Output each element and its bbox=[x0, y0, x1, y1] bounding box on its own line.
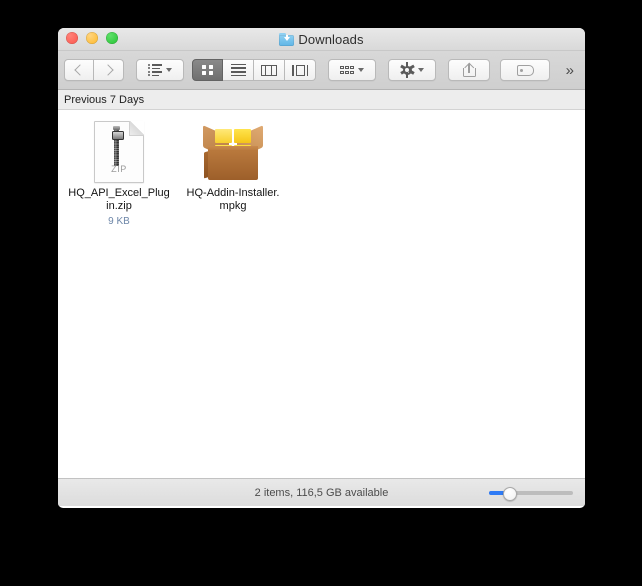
downloads-folder-icon bbox=[279, 32, 295, 46]
installer-package-icon bbox=[202, 123, 264, 181]
edit-tags-button[interactable] bbox=[500, 59, 550, 81]
window-title-area: Downloads bbox=[58, 28, 585, 50]
grid-icon bbox=[202, 64, 213, 76]
arrange-grid-icon bbox=[340, 66, 354, 74]
navigation-buttons bbox=[64, 59, 124, 81]
share-icon bbox=[462, 62, 476, 77]
coverflow-icon bbox=[291, 64, 309, 76]
back-button[interactable] bbox=[64, 59, 94, 81]
window-controls bbox=[66, 32, 118, 44]
tag-icon bbox=[516, 64, 534, 76]
chevron-left-icon bbox=[74, 64, 86, 76]
view-icon-button[interactable] bbox=[192, 59, 223, 81]
status-text: 2 items, 116,5 GB available bbox=[254, 486, 389, 499]
zip-archive-icon: ZIP bbox=[94, 121, 144, 183]
file-item-mpkg[interactable]: HQ-Addin-Installer.mpkg bbox=[176, 116, 290, 234]
view-coverflow-button[interactable] bbox=[285, 59, 316, 81]
toolbar-overflow-button[interactable]: » bbox=[566, 63, 574, 78]
window-titlebar[interactable]: Downloads bbox=[58, 28, 585, 51]
close-button[interactable] bbox=[66, 32, 78, 44]
arrange-by-button[interactable] bbox=[328, 59, 376, 81]
slider-knob[interactable] bbox=[503, 487, 517, 501]
list-icon bbox=[230, 63, 246, 77]
section-header-previous-7-days: Previous 7 Days bbox=[58, 90, 585, 110]
finder-toolbar: » bbox=[58, 51, 585, 90]
view-list-button[interactable] bbox=[223, 59, 254, 81]
view-column-button[interactable] bbox=[254, 59, 285, 81]
chevron-right-icon bbox=[101, 64, 114, 76]
icon-size-slider[interactable] bbox=[489, 487, 573, 501]
zip-icon-caption: ZIP bbox=[111, 164, 127, 174]
minimize-button[interactable] bbox=[86, 32, 98, 44]
maximize-button[interactable] bbox=[106, 32, 118, 44]
desktop-background: Downloads » Previous 7 Days ZIP HQ_API_E… bbox=[0, 0, 642, 586]
file-name-label: HQ_API_Excel_Plugin.zip bbox=[68, 187, 170, 212]
finder-window: Downloads » Previous 7 Days ZIP HQ_API_E… bbox=[58, 28, 585, 508]
file-size-label: 9 KB bbox=[108, 216, 130, 227]
file-name-label: HQ-Addin-Installer.mpkg bbox=[186, 187, 280, 212]
share-button[interactable] bbox=[448, 59, 490, 81]
file-grid[interactable]: ZIP HQ_API_Excel_Plugin.zip 9 KB HQ-Addi… bbox=[58, 110, 585, 478]
window-title: Downloads bbox=[298, 31, 364, 47]
file-icon-slot bbox=[201, 120, 265, 184]
forward-button[interactable] bbox=[94, 59, 124, 81]
chevron-down-icon bbox=[357, 68, 364, 72]
view-mode-segmented-control bbox=[192, 59, 316, 81]
bulleted-list-icon bbox=[148, 63, 162, 77]
file-item-zip[interactable]: ZIP HQ_API_Excel_Plugin.zip 9 KB bbox=[62, 116, 176, 234]
action-menu-button[interactable] bbox=[388, 59, 436, 81]
file-icon-slot: ZIP bbox=[87, 120, 151, 184]
columns-icon bbox=[261, 64, 277, 76]
gear-icon bbox=[399, 62, 415, 78]
finder-status-bar: 2 items, 116,5 GB available bbox=[58, 478, 585, 506]
chevron-down-icon bbox=[418, 68, 424, 72]
group-items-button[interactable] bbox=[136, 59, 184, 81]
chevron-down-icon bbox=[166, 68, 172, 72]
